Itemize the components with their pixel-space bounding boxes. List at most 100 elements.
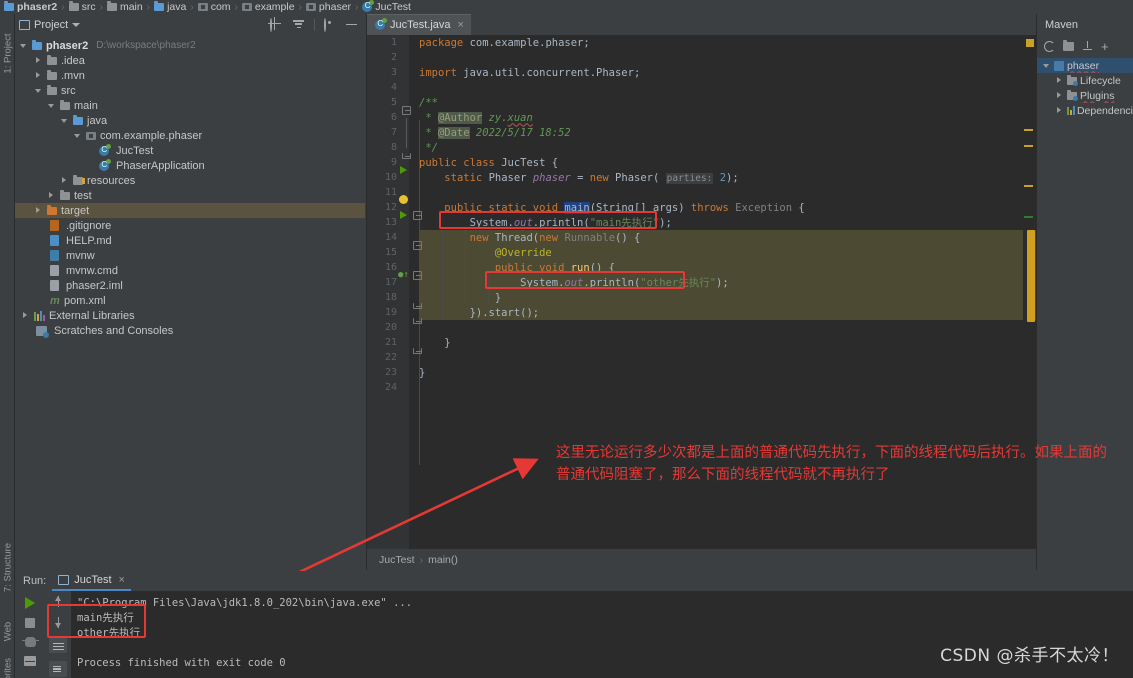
close-icon[interactable]: ×	[458, 19, 464, 31]
down-arrow-icon[interactable]	[53, 616, 64, 629]
tree-item-juctest[interactable]: JucTest	[15, 143, 365, 158]
expand-arrow-icon[interactable]	[1055, 91, 1064, 100]
tree-item-java[interactable]: java	[15, 113, 365, 128]
expand-arrow-icon[interactable]	[47, 191, 56, 200]
tool-window-button-favorites[interactable]: Favorites	[3, 650, 14, 678]
line-number: 7	[390, 127, 397, 138]
breadcrumb-class[interactable]: JucTest	[379, 554, 415, 566]
close-icon[interactable]: ×	[119, 574, 125, 586]
editor-tab-juctest-java[interactable]: JucTest.java ×	[367, 14, 471, 35]
tree-item-idea[interactable]: .idea	[15, 53, 365, 68]
breadcrumb-item-phaser[interactable]: phaser	[305, 1, 351, 13]
breadcrumb-method[interactable]: main()	[428, 554, 458, 566]
soft-wrap-icon[interactable]	[49, 637, 67, 653]
scroll-to-end-icon[interactable]	[49, 661, 67, 677]
project-tree[interactable]: phaser2 D:\workspace\phaser2 .idea .mvn …	[15, 36, 365, 570]
script-file-icon	[50, 250, 59, 261]
maven-pom-icon: m	[50, 294, 60, 307]
breadcrumb-item-phaser2[interactable]: phaser2	[4, 1, 57, 13]
folder-icon	[47, 84, 57, 95]
project-panel-title[interactable]: Project	[19, 19, 81, 31]
code-text: System.out.println("main先执行");	[419, 217, 672, 229]
expand-arrow-icon[interactable]	[34, 86, 43, 95]
breadcrumb-item-example[interactable]: example	[241, 1, 295, 13]
parameter-hint: parties:	[665, 172, 714, 184]
expand-arrow-icon[interactable]	[47, 101, 56, 110]
marker-warning[interactable]	[1024, 145, 1033, 147]
expand-arrow-icon[interactable]	[1055, 106, 1064, 115]
expand-arrow-icon[interactable]	[1055, 76, 1064, 85]
expand-arrow-icon[interactable]	[34, 206, 43, 215]
stop-icon[interactable]	[25, 618, 35, 628]
refresh-icon[interactable]	[1044, 40, 1055, 52]
tree-item-pom-xml[interactable]: m pom.xml	[15, 293, 365, 308]
maven-item-phaser[interactable]: phaser	[1037, 58, 1133, 73]
layout-icon[interactable]	[24, 656, 36, 666]
tree-item-phaser2[interactable]: phaser2 D:\workspace\phaser2	[15, 38, 365, 53]
editor-breadcrumb[interactable]: JucTest › main()	[367, 549, 1036, 570]
expand-arrow-icon[interactable]	[34, 71, 43, 80]
marker-warning[interactable]	[1026, 39, 1034, 47]
maven-folder-icon	[1067, 89, 1078, 101]
marker-warning[interactable]	[1024, 129, 1033, 131]
tree-item-phaser2-iml[interactable]: phaser2.iml	[15, 278, 365, 293]
minimize-icon[interactable]	[346, 19, 359, 32]
tree-item-help-md[interactable]: HELP.md	[15, 233, 365, 248]
tree-item-target[interactable]: target	[15, 203, 365, 218]
tree-item-main[interactable]: main	[15, 98, 365, 113]
tree-item-label: phaser2.iml	[66, 279, 123, 292]
breadcrumb-item-juctest[interactable]: JucTest	[362, 0, 411, 13]
breadcrumb-item-java[interactable]: java	[154, 1, 186, 13]
maven-item-plugins[interactable]: Plugins	[1037, 88, 1133, 103]
tree-item-phaserapplication[interactable]: PhaserApplication	[15, 158, 365, 173]
expand-arrow-icon[interactable]	[60, 176, 69, 185]
tree-item-external-libraries[interactable]: External Libraries	[15, 308, 365, 323]
console-line-command: "C:\Program Files\Java\jdk1.8.0_202\bin\…	[77, 597, 413, 609]
plus-icon[interactable]: +	[1101, 40, 1109, 53]
expand-arrow-icon[interactable]	[73, 131, 82, 140]
expand-arrow-icon[interactable]	[19, 41, 28, 50]
chevron-down-icon[interactable]	[72, 23, 81, 27]
tool-window-button-structure[interactable]: 7: Structure	[3, 538, 14, 598]
tree-item-scratches-consoles[interactable]: Scratches and Consoles	[15, 323, 365, 338]
gear-icon[interactable]	[324, 17, 337, 32]
tree-item-resources[interactable]: resources	[15, 173, 365, 188]
tree-item-com-example-phaser[interactable]: com.example.phaser	[15, 128, 365, 143]
class-icon	[362, 0, 375, 12]
project-icon	[19, 20, 30, 30]
tree-item-mvnw[interactable]: mvnw	[15, 248, 365, 263]
marker-ok[interactable]	[1024, 216, 1033, 218]
tree-item-gitignore[interactable]: .gitignore	[15, 218, 365, 233]
line-number: 22	[384, 352, 397, 363]
code-text: public void run() {	[494, 261, 615, 274]
expand-arrow-icon[interactable]	[21, 311, 30, 320]
breadcrumb-item-main[interactable]: main	[106, 1, 143, 13]
tree-item-mvn[interactable]: .mvn	[15, 68, 365, 83]
rerun-icon[interactable]	[25, 597, 35, 609]
tree-item-test[interactable]: test	[15, 188, 365, 203]
tree-item-mvnw-cmd[interactable]: mvnw.cmd	[15, 263, 365, 278]
locate-icon[interactable]	[270, 17, 283, 32]
tree-item-label: .idea	[61, 54, 85, 67]
breadcrumb-sep: ›	[298, 1, 302, 13]
expand-arrow-icon[interactable]	[60, 116, 69, 125]
add-maven-project-icon[interactable]	[1063, 39, 1074, 51]
up-arrow-icon[interactable]	[53, 595, 64, 608]
maven-tree[interactable]: phaser Lifecycle Plugins Dependenci	[1037, 56, 1133, 118]
tree-item-src[interactable]: src	[15, 83, 365, 98]
expand-arrow-icon[interactable]	[34, 56, 43, 65]
maven-item-dependencies[interactable]: Dependenci	[1037, 103, 1133, 118]
maven-item-lifecycle[interactable]: Lifecycle	[1037, 73, 1133, 88]
run-tab-juctest[interactable]: JucTest ×	[52, 572, 131, 591]
download-sources-icon[interactable]	[1082, 40, 1093, 52]
expand-arrow-icon[interactable]	[1042, 61, 1051, 70]
marker-warning[interactable]	[1024, 185, 1033, 187]
toolbar-divider	[314, 19, 315, 31]
editor-scrollbar-thumb[interactable]	[1027, 230, 1035, 322]
collapse-all-icon[interactable]	[292, 19, 305, 32]
line-number: 24	[384, 382, 397, 393]
breadcrumb-item-src[interactable]: src	[68, 1, 96, 13]
tool-window-button-project[interactable]: 1: Project	[3, 30, 14, 78]
debug-icon[interactable]	[21, 637, 39, 647]
breadcrumb-item-com[interactable]: com	[197, 1, 231, 13]
